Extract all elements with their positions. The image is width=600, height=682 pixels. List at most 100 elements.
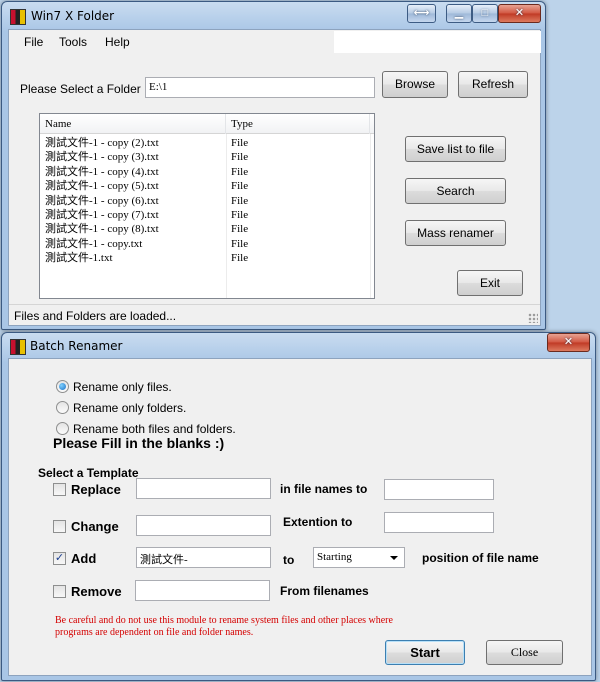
file-list[interactable]: Name Type 測試文件-1 - copy (2).txt File 測試文件… — [39, 113, 375, 299]
folder-path-input[interactable]: E:\1 — [145, 77, 375, 98]
file-name-cell: 測試文件-1 - copy (8).txt — [45, 223, 159, 236]
chevron-down-icon — [390, 556, 398, 560]
replace-to-input[interactable] — [384, 479, 494, 500]
option-rename-files-label[interactable]: Rename only files. — [73, 380, 172, 394]
table-row[interactable]: 測試文件-1 - copy (5).txt File — [40, 179, 374, 193]
batch-renamer-window: Batch Renamer ✕ Rename only files. Renam… — [1, 332, 596, 681]
remove-text-input[interactable] — [135, 580, 270, 601]
file-type-cell: File — [231, 208, 249, 221]
snap-arrows-icon: ⟷ — [413, 7, 430, 19]
table-row[interactable]: 測試文件-1 - copy (4).txt File — [40, 165, 374, 179]
file-type-cell: File — [231, 180, 249, 193]
radio-rename-folders[interactable] — [56, 401, 69, 414]
status-bar: Files and Folders are loaded... — [9, 304, 540, 325]
change-checkbox[interactable] — [53, 520, 66, 533]
close-button[interactable]: Close — [486, 640, 563, 665]
batch-titlebar[interactable]: Batch Renamer ✕ — [2, 333, 595, 361]
start-button[interactable]: Start — [385, 640, 465, 665]
warning-text: Be careful and do not use this module to… — [55, 615, 393, 638]
radio-rename-files[interactable] — [56, 380, 69, 393]
add-checkbox[interactable]: ✓ — [53, 552, 66, 565]
main-window: Win7 X Folder ⟷ ▁ □ ✕ File Tools Help Pl… — [1, 1, 546, 330]
file-type-cell: File — [231, 165, 249, 178]
minimize-button[interactable]: ▁ — [446, 4, 472, 23]
change-mid-label: Extention to — [283, 515, 353, 529]
option-rename-both-label[interactable]: Rename both files and folders. — [73, 422, 236, 436]
menu-bar-blank — [334, 31, 541, 53]
resize-grip-icon[interactable] — [528, 313, 538, 323]
menu-help[interactable]: Help — [105, 35, 130, 49]
position-select[interactable]: Starting — [313, 547, 405, 568]
remove-label[interactable]: Remove — [71, 584, 122, 599]
maximize-button[interactable]: □ — [472, 4, 498, 23]
status-text: Files and Folders are loaded... — [14, 309, 177, 323]
close-icon: ✕ — [514, 7, 525, 19]
table-row[interactable]: 測試文件-1 - copy (8).txt File — [40, 222, 374, 236]
remove-mid-label: From filenames — [280, 584, 369, 598]
change-from-input[interactable] — [136, 515, 271, 536]
table-row[interactable]: 測試文件-1 - copy (6).txt File — [40, 194, 374, 208]
replace-from-input[interactable] — [136, 478, 271, 499]
minimize-icon: ▁ — [454, 7, 464, 19]
file-name-cell: 測試文件-1 - copy (5).txt — [45, 180, 159, 193]
table-row[interactable]: 測試文件-1 - copy (7).txt File — [40, 208, 374, 222]
batch-client-area: Rename only files. Rename only folders. … — [8, 358, 592, 676]
replace-checkbox[interactable] — [53, 483, 66, 496]
save-list-button[interactable]: Save list to file — [405, 136, 506, 162]
column-header-name[interactable]: Name — [40, 114, 226, 134]
file-type-cell: File — [231, 151, 249, 164]
exit-button[interactable]: Exit — [457, 270, 523, 296]
batch-close-window-button[interactable]: ✕ — [547, 333, 590, 352]
file-name-cell: 測試文件-1 - copy.txt — [45, 237, 143, 250]
template-label: Select a Template — [38, 466, 139, 480]
file-name-cell: 測試文件-1 - copy (6).txt — [45, 194, 159, 207]
position-select-value: Starting — [317, 551, 352, 563]
batch-window-title: Batch Renamer — [30, 339, 123, 353]
add-text-input[interactable]: 測試文件- — [136, 547, 271, 568]
table-row[interactable]: 測試文件-1 - copy.txt File — [40, 237, 374, 251]
column-header-type[interactable]: Type — [226, 114, 370, 134]
file-name-cell: 測試文件-1 - copy (7).txt — [45, 208, 159, 221]
close-icon: ✕ — [563, 336, 574, 348]
search-button[interactable]: Search — [405, 178, 506, 204]
file-list-header: Name Type — [40, 114, 374, 134]
app-logo-icon — [10, 9, 26, 25]
file-name-cell: 測試文件-1.txt — [45, 252, 113, 265]
add-label[interactable]: Add — [71, 551, 96, 566]
instruction-heading: Please Fill in the blanks :) — [53, 435, 225, 451]
main-titlebar[interactable]: Win7 X Folder ⟷ ▁ □ ✕ — [2, 2, 545, 30]
remove-checkbox[interactable] — [53, 585, 66, 598]
file-name-cell: 測試文件-1 - copy (4).txt — [45, 165, 159, 178]
add-end-label: position of file name — [422, 551, 539, 565]
replace-label[interactable]: Replace — [71, 482, 121, 497]
table-row[interactable]: 測試文件-1.txt File — [40, 251, 374, 265]
file-type-cell: File — [231, 223, 249, 236]
file-name-cell: 測試文件-1 - copy (2).txt — [45, 137, 159, 149]
menu-tools[interactable]: Tools — [59, 35, 87, 49]
file-list-rows: 測試文件-1 - copy (2).txt File 測試文件-1 - copy … — [40, 136, 374, 266]
refresh-button[interactable]: Refresh — [458, 71, 528, 98]
main-window-title: Win7 X Folder — [31, 9, 115, 23]
menu-file[interactable]: File — [24, 35, 43, 49]
table-row[interactable]: 測試文件-1 - copy (2).txt File — [40, 136, 374, 150]
close-window-button[interactable]: ✕ — [498, 4, 541, 23]
main-client-area: File Tools Help Please Select a Folder E… — [8, 29, 541, 326]
change-to-input[interactable] — [384, 512, 494, 533]
snap-button[interactable]: ⟷ — [407, 4, 436, 23]
mass-renamer-button[interactable]: Mass renamer — [405, 220, 506, 246]
file-type-cell: File — [231, 137, 249, 149]
browse-button[interactable]: Browse — [382, 71, 448, 98]
file-name-cell: 測試文件-1 - copy (3).txt — [45, 151, 159, 164]
table-row[interactable]: 測試文件-1 - copy (3).txt File — [40, 150, 374, 164]
menu-bar: File Tools Help — [9, 30, 334, 52]
file-type-cell: File — [231, 252, 249, 265]
replace-mid-label: in file names to — [280, 482, 368, 496]
file-type-cell: File — [231, 194, 249, 207]
radio-rename-both[interactable] — [56, 422, 69, 435]
batch-app-icon — [10, 339, 26, 355]
maximize-icon: □ — [481, 7, 489, 19]
file-type-cell: File — [231, 237, 249, 250]
option-rename-folders-label[interactable]: Rename only folders. — [73, 401, 186, 415]
folder-label: Please Select a Folder — [20, 82, 141, 96]
change-label[interactable]: Change — [71, 519, 119, 534]
